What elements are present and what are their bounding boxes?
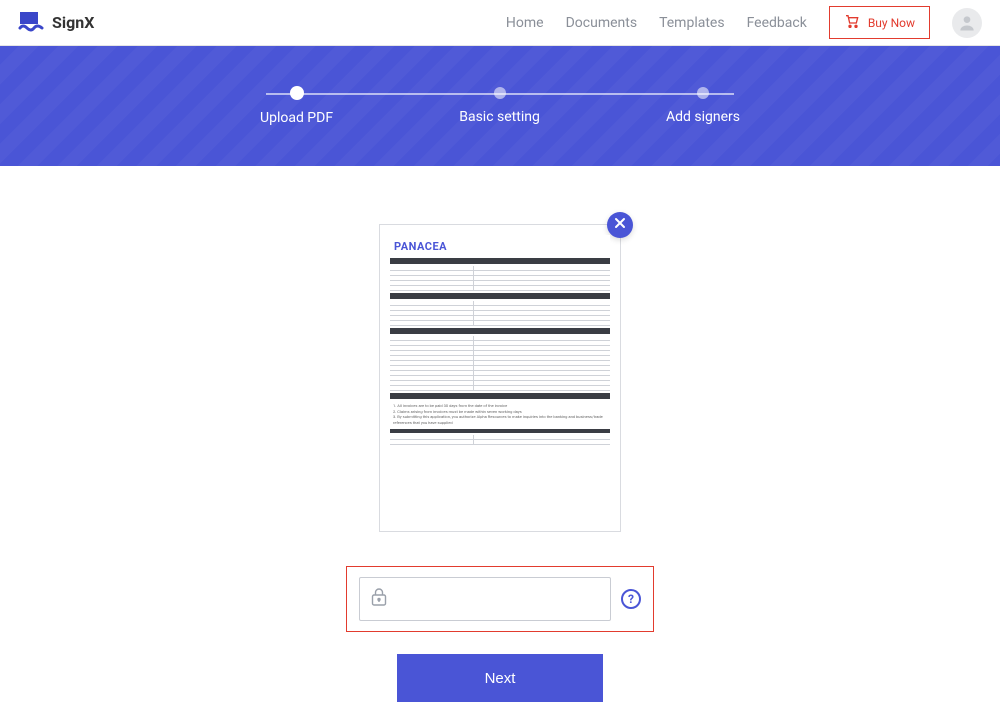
- step-label: Upload PDF: [260, 110, 333, 126]
- nav-feedback[interactable]: Feedback: [747, 15, 807, 31]
- document-page-thumbnail: PANACEA: [390, 235, 610, 475]
- main-content: PANACEA: [0, 166, 1000, 702]
- brand-name: SignX: [52, 13, 94, 32]
- top-nav: Home Documents Templates Feedback Buy No…: [506, 6, 982, 39]
- password-section-highlight: ?: [346, 566, 654, 632]
- next-button-label: Next: [485, 670, 516, 687]
- next-button[interactable]: Next: [397, 654, 603, 702]
- step-dot-icon: [290, 86, 304, 100]
- brand-logo[interactable]: SignX: [18, 10, 94, 36]
- step-add-signers[interactable]: Add signers: [666, 87, 740, 125]
- buy-now-label: Buy Now: [868, 16, 915, 30]
- step-basic-setting[interactable]: Basic setting: [459, 87, 540, 125]
- step-label: Basic setting: [459, 109, 540, 125]
- app-header: SignX Home Documents Templates Feedback …: [0, 0, 1000, 46]
- document-preview[interactable]: PANACEA: [379, 224, 621, 532]
- password-field-wrap[interactable]: [359, 577, 611, 621]
- step-upload-pdf[interactable]: Upload PDF: [260, 87, 333, 126]
- question-icon: ?: [628, 592, 634, 606]
- user-avatar[interactable]: [952, 8, 982, 38]
- buy-now-button[interactable]: Buy Now: [829, 6, 930, 39]
- lock-icon: [370, 587, 388, 611]
- document-title: PANACEA: [390, 235, 610, 256]
- progress-banner: Upload PDF Basic setting Add signers: [0, 46, 1000, 166]
- nav-templates[interactable]: Templates: [659, 15, 725, 31]
- step-indicator: Upload PDF Basic setting Add signers: [260, 87, 740, 126]
- logo-icon: [18, 10, 44, 36]
- nav-documents[interactable]: Documents: [566, 15, 637, 31]
- nav-home[interactable]: Home: [506, 15, 544, 31]
- document-password-input[interactable]: [396, 591, 600, 607]
- document-preview-wrap: PANACEA: [379, 224, 621, 532]
- step-label: Add signers: [666, 109, 740, 125]
- remove-document-button[interactable]: [607, 212, 633, 238]
- step-dot-icon: [494, 87, 506, 99]
- cart-icon: [844, 13, 860, 32]
- close-icon: [614, 217, 626, 233]
- step-dot-icon: [697, 87, 709, 99]
- password-help-button[interactable]: ?: [621, 589, 641, 609]
